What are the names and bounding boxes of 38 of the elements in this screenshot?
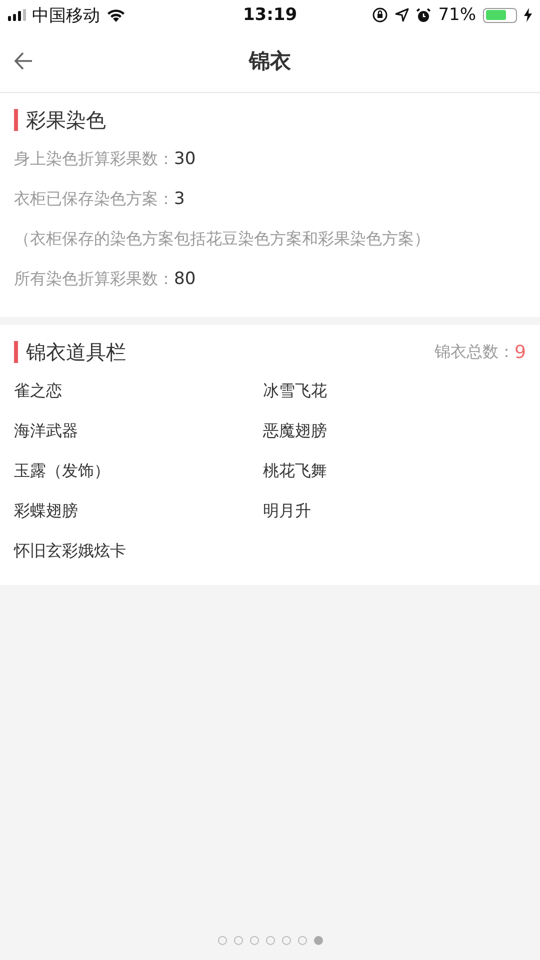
page-dot[interactable] bbox=[218, 936, 226, 945]
stat-value: 30 bbox=[174, 149, 196, 169]
stat-label: 衣柜已保存染色方案： bbox=[14, 188, 174, 210]
section-heading: 彩果染色 bbox=[14, 109, 526, 131]
page-dot[interactable] bbox=[282, 936, 290, 945]
total-label: 锦衣总数： bbox=[434, 342, 515, 362]
page-dot[interactable] bbox=[298, 936, 306, 945]
carrier-name: 中国移动 bbox=[32, 4, 100, 26]
page-dot[interactable] bbox=[266, 936, 274, 945]
battery-percent: 71% bbox=[438, 5, 476, 25]
item-name[interactable]: 桃花飞舞 bbox=[263, 460, 327, 482]
rotation-lock-icon bbox=[372, 7, 388, 23]
stat-value: 3 bbox=[174, 189, 185, 209]
total-count: 9 bbox=[514, 342, 526, 362]
clock-time: 13:19 bbox=[242, 5, 298, 25]
location-icon bbox=[395, 8, 410, 22]
item-name[interactable]: 雀之恋 bbox=[14, 380, 62, 402]
page-dot[interactable] bbox=[250, 936, 258, 945]
item-name[interactable]: 怀旧玄彩娥炫卡 bbox=[14, 540, 126, 562]
alarm-icon bbox=[416, 8, 432, 22]
charging-bolt-icon bbox=[524, 8, 532, 22]
section-heading: 锦衣道具栏 bbox=[14, 341, 435, 363]
page-dot[interactable] bbox=[234, 936, 242, 945]
wifi-icon bbox=[106, 8, 126, 22]
item-name[interactable]: 彩蝶翅膀 bbox=[14, 500, 78, 522]
item-name[interactable]: 海洋武器 bbox=[14, 420, 78, 442]
battery-icon bbox=[483, 8, 517, 22]
page-title: 锦衣 bbox=[249, 48, 291, 75]
stat-label: 身上染色折算彩果数： bbox=[14, 148, 174, 170]
stat-label: 所有染色折算彩果数： bbox=[14, 268, 174, 290]
note-text: （衣柜保存的染色方案包括花豆染色方案和彩果染色方案） bbox=[14, 228, 430, 250]
page-dot[interactable] bbox=[314, 936, 322, 945]
stat-value: 80 bbox=[174, 269, 196, 289]
item-name[interactable]: 玉露（发饰） bbox=[14, 460, 110, 482]
item-name[interactable]: 明月升 bbox=[263, 500, 311, 522]
signal-icon bbox=[8, 9, 26, 21]
item-name[interactable]: 恶魔翅膀 bbox=[263, 420, 327, 442]
item-name[interactable]: 冰雪飞花 bbox=[263, 380, 327, 402]
